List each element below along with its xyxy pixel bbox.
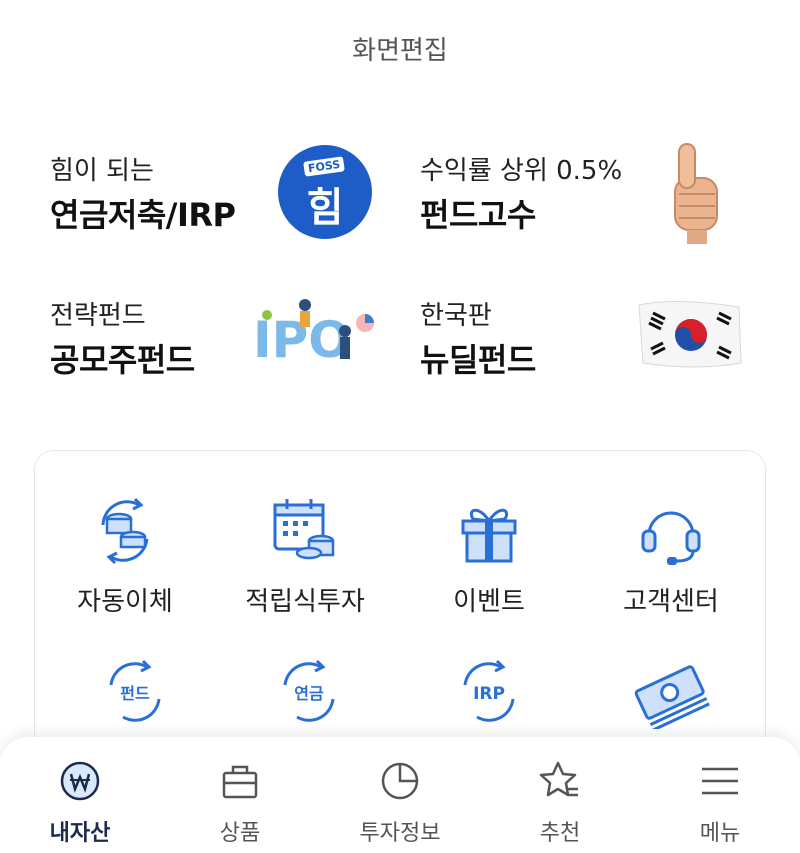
gift-icon — [461, 508, 517, 563]
promo-title: 연금저축/IRP — [50, 196, 236, 234]
promo-pension-irp[interactable]: 힘이 되는 연금저축/IRP FOSS 힘 — [50, 145, 410, 270]
money-stack-icon — [634, 665, 710, 729]
pension-badge-text: 연금 — [294, 684, 324, 703]
tab-label: 내자산 — [49, 821, 111, 846]
bottom-tab-bar: 내자산 상품 투자정보 추천 메뉴 — [0, 737, 800, 853]
promo-new-deal-fund[interactable]: 한국판 뉴딜펀드 — [420, 295, 780, 415]
promo-subtitle: 한국판 — [420, 301, 492, 331]
tab-recommend[interactable]: 추천 — [490, 759, 630, 847]
tab-products[interactable]: 상품 — [170, 759, 310, 847]
quick-menu-label: 고객센터 — [623, 587, 719, 617]
promo-title: 펀드고수 — [420, 196, 536, 234]
ipo-illustration-icon: IPO — [245, 295, 375, 379]
quick-menu-pension-transfer[interactable]: 연금 — [219, 655, 399, 727]
star-list-icon — [539, 761, 578, 797]
irp-exchange-icon: IRP — [463, 659, 515, 722]
foss-badge-icon: FOSS 힘 — [278, 145, 372, 239]
edit-screen-link[interactable]: 화면편집 — [0, 30, 800, 67]
quick-menu-auto-transfer[interactable]: 자동이체 — [35, 495, 215, 618]
tab-my-assets[interactable]: 내자산 — [10, 759, 150, 847]
fund-exchange-icon: 펀드 — [109, 659, 161, 722]
quick-menu-label: 적립식투자 — [245, 587, 365, 617]
quick-menu-event[interactable]: 이벤트 — [399, 495, 579, 618]
tab-label: 메뉴 — [699, 821, 741, 846]
quick-menu-customer-center[interactable]: 고객센터 — [581, 495, 761, 618]
irp-badge-text: IRP — [473, 684, 505, 704]
tab-menu[interactable]: 메뉴 — [650, 759, 790, 847]
promo-subtitle: 힘이 되는 — [50, 156, 154, 186]
promo-subtitle: 전략펀드 — [50, 301, 146, 331]
quick-menu-irp-transfer[interactable]: IRP — [399, 655, 579, 727]
quick-menu-label: 자동이체 — [77, 587, 173, 617]
headset-icon — [641, 511, 701, 565]
quick-menu-fund-transfer[interactable]: 펀드 — [45, 655, 225, 727]
quick-menu-label: 이벤트 — [453, 587, 525, 617]
hamburger-icon — [702, 767, 738, 795]
coin-exchange-icon — [101, 497, 149, 565]
tab-label: 투자정보 — [359, 821, 441, 846]
pie-chart-icon — [381, 762, 419, 800]
calendar-coins-icon — [273, 499, 335, 560]
promo-title: 뉴딜펀드 — [420, 341, 536, 379]
korean-flag-icon — [635, 297, 745, 375]
foss-main-label: 힘 — [306, 185, 344, 231]
foss-label: FOSS — [303, 156, 346, 177]
fund-badge-text: 펀드 — [120, 684, 150, 703]
pension-exchange-icon: 연금 — [283, 659, 335, 722]
tab-label: 추천 — [539, 821, 581, 846]
quick-menu-installment-invest[interactable]: 적립식투자 — [215, 495, 395, 618]
promo-fund-master[interactable]: 수익률 상위 0.5% 펀드고수 — [420, 143, 780, 270]
promo-ipo-fund[interactable]: 전략펀드 공모주펀드 IPO — [50, 295, 410, 415]
tab-investment-info[interactable]: 투자정보 — [330, 759, 470, 847]
won-icon — [60, 761, 100, 801]
bag-icon — [222, 765, 258, 799]
quick-menu-money[interactable] — [581, 657, 761, 729]
tab-label: 상품 — [219, 821, 261, 846]
thumbs-up-icon — [665, 138, 725, 252]
promo-title: 공모주펀드 — [50, 341, 195, 379]
promo-subtitle: 수익률 상위 0.5% — [420, 156, 623, 186]
